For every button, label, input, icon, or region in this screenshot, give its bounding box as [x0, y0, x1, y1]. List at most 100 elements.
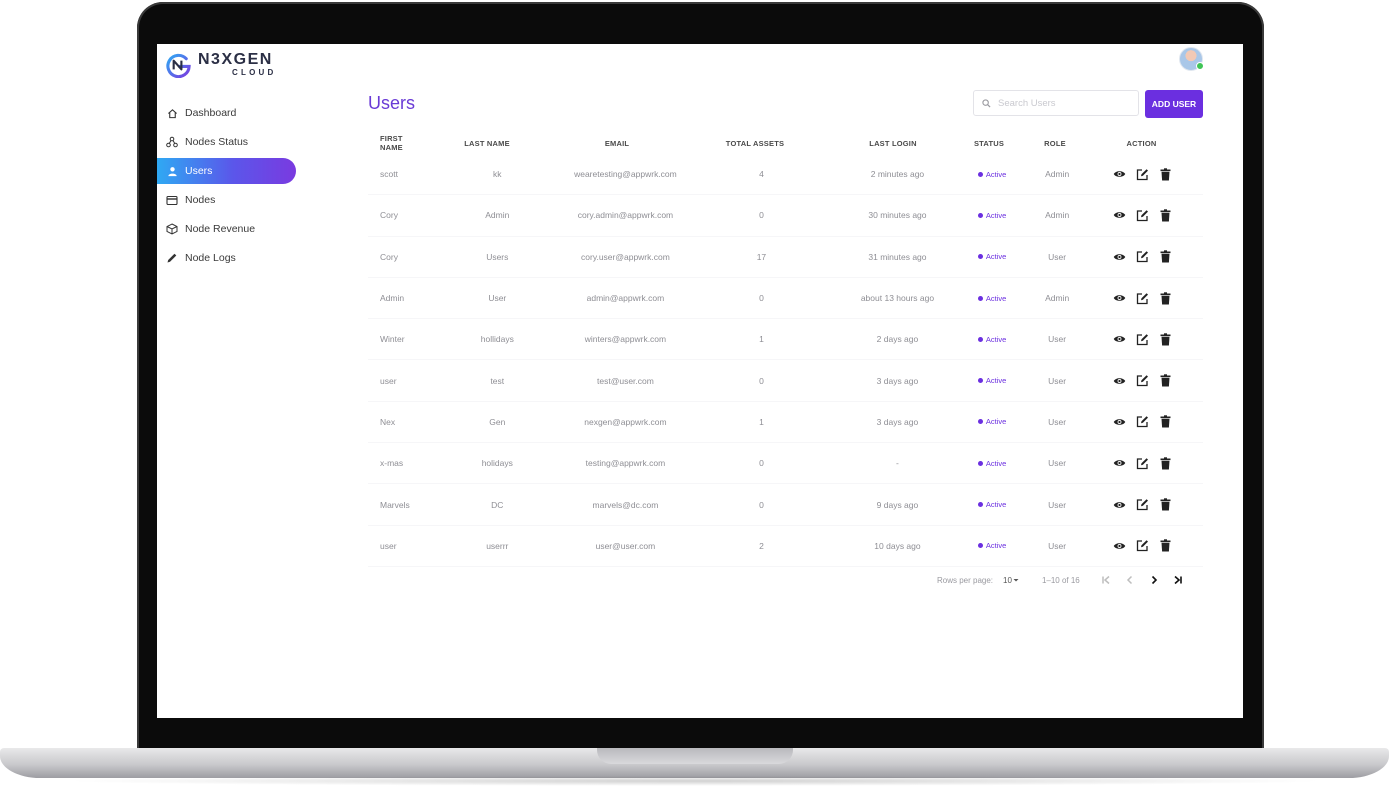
edit-button[interactable]	[1135, 249, 1150, 264]
search-box[interactable]	[973, 90, 1139, 116]
edit-button[interactable]	[1135, 167, 1150, 182]
status-badge: Active	[952, 500, 1033, 509]
delete-button[interactable]	[1158, 456, 1173, 471]
next-page-button[interactable]	[1142, 572, 1166, 588]
delete-button[interactable]	[1158, 538, 1173, 553]
total-assets-cell: 17	[756, 251, 767, 262]
delete-button[interactable]	[1158, 497, 1173, 512]
edit-button[interactable]	[1135, 497, 1150, 512]
column-header: ACTION	[1126, 138, 1157, 148]
delete-button[interactable]	[1158, 291, 1173, 306]
app-screen: N3XGEN CLOUD Dashboard Nodes Status User…	[157, 44, 1243, 718]
table-row[interactable]: Cory Admin cory.admin@appwrk.com 0 30 mi…	[368, 195, 1203, 237]
last-name-cell: User	[488, 293, 507, 304]
email-cell: testing@appwrk.com	[585, 458, 666, 469]
view-button[interactable]	[1112, 291, 1127, 306]
column-header[interactable]: STATUS	[948, 139, 1030, 148]
table-row[interactable]: Nex Gen nexgen@appwrk.com 1 3 days ago A…	[368, 402, 1203, 444]
email-cell: nexgen@appwrk.com	[584, 416, 667, 427]
view-button[interactable]	[1112, 208, 1127, 223]
brand-logo[interactable]: N3XGEN CLOUD	[165, 51, 276, 78]
edit-button[interactable]	[1135, 414, 1150, 429]
table-row[interactable]: user userrr user@user.com 2 10 days ago …	[368, 526, 1203, 567]
email-cell: cory.admin@appwrk.com	[577, 210, 674, 221]
total-assets-cell: 1	[759, 334, 764, 345]
status-text: Active	[985, 458, 1007, 468]
delete-button[interactable]	[1158, 332, 1173, 347]
last-login-cell: 31 minutes ago	[868, 251, 927, 262]
column-header[interactable]: EMAIL	[562, 139, 672, 148]
view-button[interactable]	[1112, 249, 1127, 264]
role-cell: User	[1048, 540, 1067, 551]
view-button[interactable]	[1112, 497, 1127, 512]
eye-icon	[1113, 336, 1126, 343]
status-dot-icon	[977, 295, 983, 301]
sidebar-item-label: Node Revenue	[185, 223, 256, 235]
edit-icon	[1136, 334, 1148, 345]
last-page-button[interactable]	[1166, 572, 1190, 588]
delete-button[interactable]	[1158, 167, 1173, 182]
eye-icon	[1113, 212, 1126, 219]
view-button[interactable]	[1112, 538, 1127, 553]
eye-icon	[1113, 171, 1126, 177]
sidebar-item-nodes[interactable]: Nodes	[157, 187, 302, 213]
edit-button[interactable]	[1135, 208, 1150, 223]
column-header[interactable]: ROLE	[1030, 139, 1080, 148]
view-button[interactable]	[1112, 332, 1127, 347]
first-name-cell: Nex	[380, 416, 396, 427]
action-cell	[1082, 497, 1203, 512]
column-header[interactable]: TOTAL ASSETS	[672, 139, 838, 148]
table-row[interactable]: scott kk wearetesting@appwrk.com 4 2 min…	[368, 154, 1203, 196]
edit-button[interactable]	[1135, 456, 1150, 471]
search-icon	[982, 98, 991, 108]
table-row[interactable]: Marvels DC marvels@dc.com 0 9 days ago A…	[368, 484, 1203, 526]
add-user-button[interactable]: ADD USER	[1145, 90, 1203, 118]
sidebar-item-nodes-status[interactable]: Nodes Status	[157, 129, 302, 155]
action-cell	[1082, 249, 1203, 264]
action-cell	[1082, 332, 1203, 347]
edit-button[interactable]	[1135, 538, 1150, 553]
view-button[interactable]	[1112, 414, 1127, 429]
delete-button[interactable]	[1158, 249, 1173, 264]
edit-icon	[1136, 375, 1148, 387]
brand-sub: CLOUD	[232, 68, 277, 77]
delete-button[interactable]	[1158, 414, 1173, 429]
trash-icon	[1160, 291, 1171, 305]
sidebar-item-dashboard[interactable]: Dashboard	[157, 100, 302, 126]
sidebar-item-label: Nodes Status	[185, 136, 249, 148]
chevron-left-icon	[1126, 575, 1132, 585]
sidebar-item-node-revenue[interactable]: Node Revenue	[157, 216, 302, 242]
search-input[interactable]	[996, 96, 1130, 110]
status-dot-icon	[977, 171, 983, 177]
trash-icon	[1160, 374, 1171, 387]
view-button[interactable]	[1112, 456, 1127, 471]
status-text: Active	[985, 376, 1007, 386]
email-cell: test@user.com	[597, 375, 654, 386]
role-cell: Admin	[1045, 293, 1070, 304]
table-row[interactable]: user test test@user.com 0 3 days ago Act…	[368, 360, 1203, 402]
table-row[interactable]: Admin User admin@appwrk.com 0 about 13 h…	[368, 278, 1203, 320]
chevron-right-icon	[1151, 575, 1157, 585]
last-login-cell: 30 minutes ago	[868, 210, 927, 221]
role-cell: User	[1048, 416, 1067, 427]
edit-button[interactable]	[1135, 373, 1150, 388]
edit-button[interactable]	[1135, 291, 1150, 306]
sidebar-item-node-logs[interactable]: Node Logs	[157, 245, 302, 271]
column-header[interactable]: LAST NAME	[412, 139, 562, 148]
rows-per-page-select[interactable]: 10	[1003, 576, 1020, 585]
column-header[interactable]: LAST LOGIN	[838, 139, 948, 148]
sidebar-item-users[interactable]: Users	[157, 158, 296, 184]
table-row[interactable]: Cory Users cory.user@appwrk.com 17 31 mi…	[368, 237, 1203, 278]
edit-icon	[1136, 457, 1148, 469]
status-dot-icon	[977, 212, 983, 218]
prev-page-button[interactable]	[1118, 572, 1142, 588]
first-page-button[interactable]	[1094, 572, 1118, 588]
view-button[interactable]	[1112, 373, 1127, 388]
delete-button[interactable]	[1158, 373, 1173, 388]
delete-button[interactable]	[1158, 208, 1173, 223]
view-button[interactable]	[1112, 167, 1127, 182]
edit-button[interactable]	[1135, 332, 1150, 347]
table-row[interactable]: Winter hollidays winters@appwrk.com 1 2 …	[368, 319, 1203, 361]
avatar[interactable]	[1179, 47, 1204, 71]
table-row[interactable]: x-mas holidays testing@appwrk.com 0 - Ac…	[368, 443, 1203, 485]
